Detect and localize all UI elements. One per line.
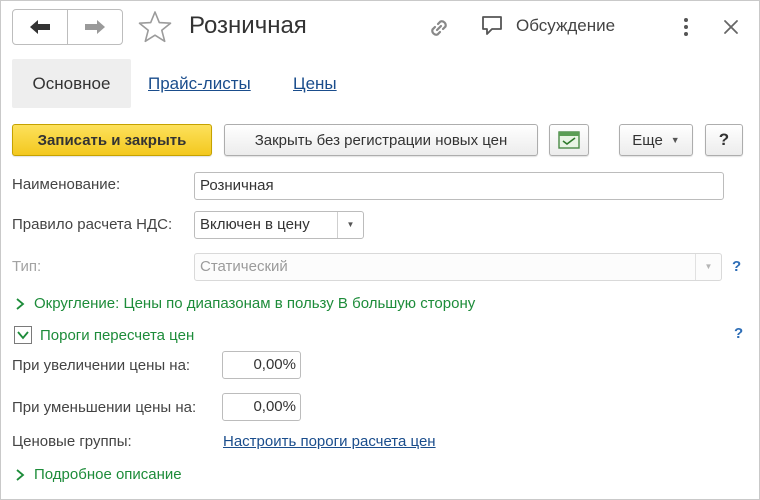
forward-button[interactable] (67, 10, 122, 44)
link-icon[interactable] (426, 15, 452, 41)
decrease-input[interactable]: 0,00% (222, 393, 301, 421)
chevron-right-icon (16, 468, 25, 481)
chevron-down-icon (17, 331, 29, 340)
details-group[interactable]: Подробное описание (14, 466, 182, 483)
type-select: Статический ▼ (194, 253, 722, 281)
chevron-down-icon: ▼ (695, 254, 721, 280)
close-without-registration-button[interactable]: Закрыть без регистрации новых цен (224, 124, 538, 156)
chevron-down-icon[interactable]: ▼ (337, 212, 363, 238)
star-icon[interactable] (137, 9, 173, 45)
help-button[interactable]: ? (705, 124, 743, 156)
save-and-close-button[interactable]: Записать и закрыть (12, 124, 212, 156)
back-button[interactable] (13, 10, 67, 44)
decrease-label: При уменьшении цены на: (12, 399, 197, 416)
tab-price-lists-label: Прайс-листы (148, 74, 251, 93)
back-arrow-icon (30, 20, 50, 34)
type-value: Статический (200, 258, 288, 275)
name-input[interactable]: Розничная (194, 172, 724, 200)
vat-rule-label: Правило расчета НДС: (12, 216, 173, 233)
discussion-label: Обсуждение (516, 16, 616, 35)
thresholds-label: Пороги пересчета цен (40, 326, 195, 344)
increase-label: При увеличении цены на: (12, 357, 191, 374)
table-icon (558, 131, 580, 149)
configure-thresholds-link[interactable]: Настроить пороги расчета цен (223, 433, 436, 450)
thresholds-toggle[interactable] (14, 326, 32, 344)
name-label: Наименование: (12, 176, 121, 193)
dropdown-caret-icon: ▼ (670, 135, 680, 145)
chevron-right-icon (16, 297, 25, 310)
page-title: Розничная (189, 12, 307, 39)
navigation-group (12, 9, 123, 45)
discussion-icon (482, 16, 502, 35)
price-groups-label: Ценовые группы: (12, 433, 132, 450)
tab-prices[interactable]: Цены (289, 59, 341, 108)
table-view-button[interactable] (549, 124, 589, 156)
rounding-label: Округление: Цены по диапазонам в пользу … (34, 295, 476, 312)
details-label: Подробное описание (34, 466, 182, 483)
type-help-icon[interactable]: ? (732, 258, 741, 275)
thresholds-help-icon[interactable]: ? (734, 325, 743, 342)
increase-input[interactable]: 0,00% (222, 351, 301, 379)
type-label: Тип: (12, 258, 42, 275)
vat-rule-value: Включен в цену (200, 216, 310, 233)
forward-arrow-icon (85, 20, 105, 34)
close-icon[interactable] (720, 16, 742, 38)
tab-main[interactable]: Основное (12, 59, 131, 108)
rounding-group[interactable]: Округление: Цены по диапазонам в пользу … (14, 295, 475, 312)
more-button[interactable]: Еще ▼ (619, 124, 693, 156)
tab-price-lists[interactable]: Прайс-листы (144, 59, 255, 108)
tab-prices-label: Цены (293, 74, 337, 93)
kebab-menu-icon[interactable] (676, 14, 696, 40)
more-label: Еще (632, 131, 663, 149)
vat-rule-select[interactable]: Включен в цену ▼ (194, 211, 364, 239)
discussion-button[interactable]: Обсуждение (480, 14, 615, 38)
thresholds-group[interactable]: Пороги пересчета цен (14, 326, 194, 344)
